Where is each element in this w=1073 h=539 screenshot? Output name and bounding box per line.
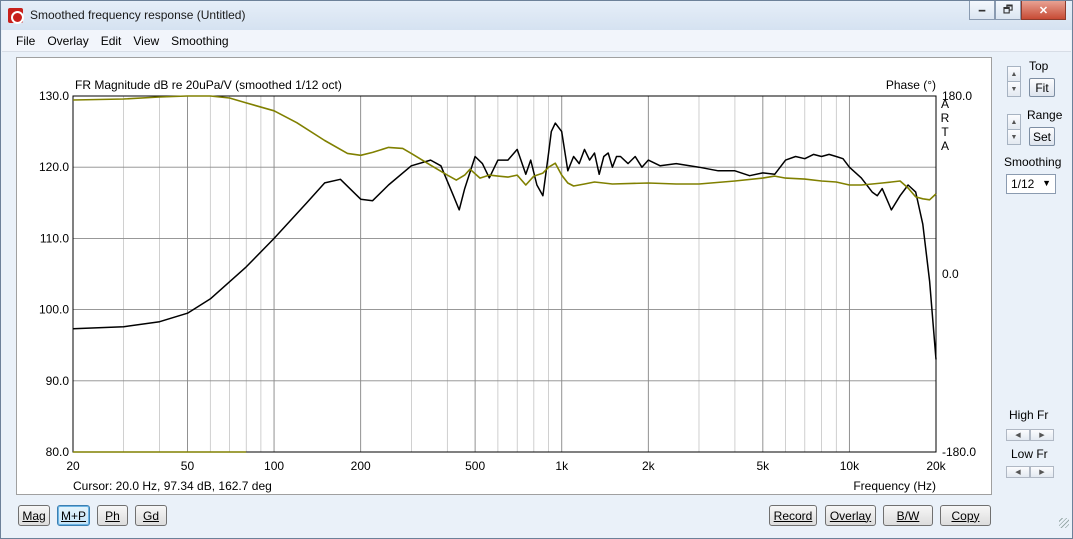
x-tick-label: 10k (840, 459, 860, 473)
y-tick-label: 110.0 (40, 231, 69, 245)
window-title: Smoothed frequency response (Untitled) (30, 8, 246, 22)
title-bar[interactable]: Smoothed frequency response (Untitled) 🗕… (1, 1, 1072, 30)
high-fr-left-spinner[interactable]: ◀ (1006, 429, 1030, 441)
smoothing-select[interactable]: 1/12 ▼ (1006, 174, 1056, 194)
x-tick-label: 1k (555, 459, 569, 473)
x-tick-label: 20 (66, 459, 80, 473)
y-tick-label: 100.0 (39, 303, 69, 317)
mag-phase-button[interactable]: M+P (57, 505, 90, 526)
frequency-response-chart[interactable]: 20 50 100 200 500 1k 2k 5k 10k 20k 80.0 90.0 100.0 1… (17, 58, 991, 494)
x-tick-label: 5k (756, 459, 770, 473)
phase-curve (72, 95, 937, 201)
low-fr-right-spinner[interactable]: ▶ (1030, 466, 1054, 478)
app-window: Smoothed frequency response (Untitled) 🗕… (0, 0, 1073, 539)
resize-grip-icon[interactable] (1059, 518, 1069, 528)
x-tick-label: 20k (926, 459, 946, 473)
x-tick-label: 200 (351, 459, 371, 473)
arta-letter-a1: A (941, 97, 949, 111)
top-down-spinner[interactable]: ▼ (1007, 81, 1021, 97)
x-axis-label: Frequency (Hz) (853, 479, 936, 493)
minimize-button[interactable]: 🗕 (969, 1, 995, 20)
menu-edit[interactable]: Edit (95, 34, 128, 48)
range-up-spinner[interactable]: ▲ (1007, 114, 1021, 130)
phase-button[interactable]: Ph (97, 505, 128, 526)
arta-letter-r: R (941, 111, 950, 125)
smoothing-label: Smoothing (1004, 155, 1062, 169)
app-logo-icon[interactable] (8, 8, 24, 24)
overlay-button[interactable]: Overlay (825, 505, 876, 526)
top-label: Top (1029, 59, 1049, 73)
y2-tick-label: 0.0 (942, 267, 959, 281)
set-button[interactable]: Set (1029, 127, 1055, 146)
x-tick-label: 500 (465, 459, 485, 473)
maximize-button[interactable]: 🗗 (995, 1, 1021, 20)
magnitude-curve (72, 122, 937, 360)
x-tick-label: 2k (642, 459, 656, 473)
menu-file[interactable]: File (10, 34, 41, 48)
plot-area[interactable]: 20 50 100 200 500 1k 2k 5k 10k 20k 80.0 90.0 100.0 1… (16, 57, 992, 495)
top-up-spinner[interactable]: ▲ (1007, 66, 1021, 82)
arta-letter-a2: A (941, 139, 949, 153)
fit-button[interactable]: Fit (1029, 78, 1055, 97)
copy-button[interactable]: Copy (940, 505, 991, 526)
menu-overlay[interactable]: Overlay (41, 34, 94, 48)
bw-button[interactable]: B/W (883, 505, 933, 526)
y-tick-label: 90.0 (46, 374, 70, 388)
low-fr-left-spinner[interactable]: ◀ (1006, 466, 1030, 478)
chevron-down-icon: ▼ (1042, 178, 1051, 188)
cursor-readout: Cursor: 20.0 Hz, 97.34 dB, 162.7 deg (73, 479, 272, 493)
menu-view[interactable]: View (127, 34, 165, 48)
close-button[interactable]: ✕ (1021, 1, 1066, 20)
high-fr-right-spinner[interactable]: ▶ (1030, 429, 1054, 441)
x-tick-label: 100 (264, 459, 284, 473)
bottom-toolbar: Mag M+P Ph Gd Record Overlay B/W Copy (1, 501, 1072, 531)
range-down-spinner[interactable]: ▼ (1007, 129, 1021, 145)
phase-axis-label: Phase (°) (886, 78, 936, 92)
y-tick-label: 130.0 (39, 89, 69, 103)
record-button[interactable]: Record (769, 505, 817, 526)
low-fr-label: Low Fr (1011, 447, 1048, 461)
range-label: Range (1027, 108, 1063, 122)
group-delay-button[interactable]: Gd (135, 505, 167, 526)
smoothing-value: 1/12 (1011, 177, 1035, 191)
y2-tick-label: -180.0 (942, 445, 976, 459)
x-tick-label: 50 (181, 459, 195, 473)
mag-button[interactable]: Mag (18, 505, 50, 526)
y-tick-label: 120.0 (39, 160, 69, 174)
y-tick-label: 80.0 (46, 445, 70, 459)
chart-title: FR Magnitude dB re 20uPa/V (smoothed 1/1… (75, 78, 342, 92)
right-control-panel: ▲ ▼ Top Fit ▲ ▼ Range Set Smoothing 1/12… (999, 57, 1069, 497)
menu-bar: File Overlay Edit View Smoothing (2, 30, 1071, 52)
arta-letter-t: T (941, 125, 949, 139)
high-fr-label: High Fr (1009, 408, 1049, 422)
menu-smoothing[interactable]: Smoothing (165, 34, 234, 48)
